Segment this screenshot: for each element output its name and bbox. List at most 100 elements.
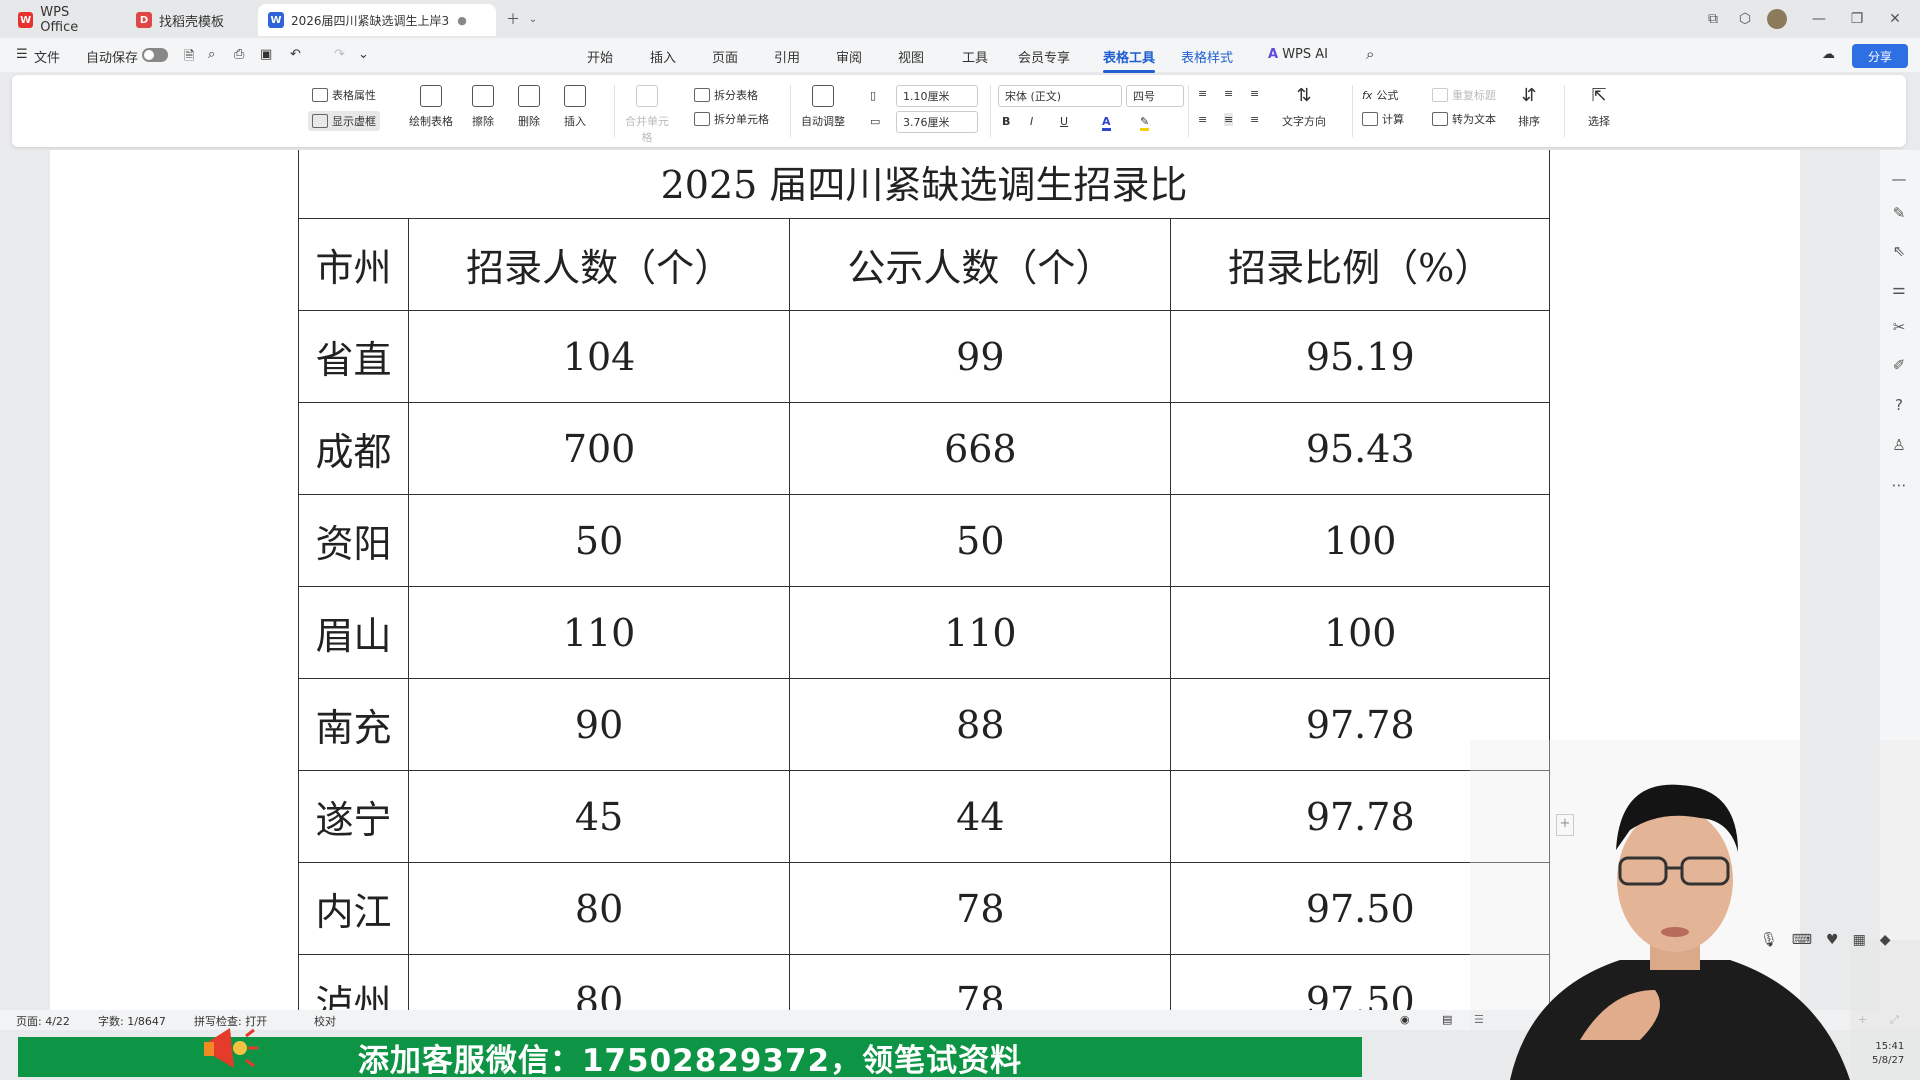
row-height-input[interactable]: 1.10厘米 <box>896 85 978 107</box>
font-color-icon[interactable]: A <box>1102 115 1111 131</box>
find-icon[interactable]: ⌕ <box>208 47 215 62</box>
highlight-icon[interactable]: ✎ <box>1140 115 1150 131</box>
collapse-icon[interactable]: — <box>1890 170 1908 188</box>
align-middle-icon[interactable]: ≡ <box>1224 87 1233 100</box>
save-icon[interactable]: 🗎 <box>184 47 194 69</box>
table-cell[interactable]: 50 <box>789 494 1172 587</box>
delete-button[interactable]: 删除 <box>504 85 554 129</box>
sliders-icon[interactable]: ⚌ <box>1890 280 1908 298</box>
align-right-icon[interactable]: ≡ <box>1250 113 1259 126</box>
print-icon[interactable]: ⎙ <box>234 47 244 62</box>
table-cell[interactable]: 44 <box>789 770 1172 863</box>
table-cell[interactable]: 100 <box>1170 586 1550 679</box>
select-button[interactable]: ⇱ 选择 <box>1574 85 1624 129</box>
recruitment-ratio-table[interactable]: 2025 届四川紧缺选调生招录比 市州 招录人数（个） 公示人数（个） 招录比例… <box>298 150 1550 1010</box>
undo-icon[interactable]: ↶ <box>290 47 301 62</box>
table-cell[interactable]: 南充 <box>298 678 409 771</box>
font-name-select[interactable]: 宋体 (正文) <box>998 85 1122 107</box>
menu-start[interactable]: 开始 <box>587 47 613 66</box>
minimize-icon[interactable]: — <box>1808 8 1830 30</box>
table-cell[interactable]: 50 <box>407 494 791 587</box>
tools-icon[interactable]: ✂ <box>1890 318 1908 336</box>
apps-grid-icon[interactable]: ▦ <box>1853 932 1866 948</box>
italic-icon[interactable]: I <box>1030 115 1033 128</box>
table-cell[interactable]: 成都 <box>298 402 409 495</box>
menu-file[interactable]: 文件 <box>34 47 60 66</box>
tab-wps-office[interactable]: W WPS Office <box>8 4 118 36</box>
header-announced[interactable]: 公示人数（个） <box>789 218 1172 311</box>
menu-view[interactable]: 视图 <box>898 47 924 66</box>
edit-icon[interactable]: ✐ <box>1890 356 1908 374</box>
menu-wps-ai[interactable]: A WPS AI <box>1268 47 1328 62</box>
draw-table-button[interactable]: 绘制表格 <box>406 85 456 129</box>
header-ratio[interactable]: 招录比例（%） <box>1170 218 1550 311</box>
keyboard-icon[interactable]: ⌨ <box>1792 932 1812 948</box>
repeat-header-button[interactable]: 重复标题 <box>1432 87 1496 103</box>
microphone-icon[interactable]: 🎙 <box>1760 932 1778 948</box>
formula-button[interactable]: fx 公式 <box>1362 87 1398 103</box>
page-view-icon[interactable]: ▤ <box>1442 1013 1452 1026</box>
table-cell[interactable]: 眉山 <box>298 586 409 679</box>
table-cell[interactable]: 700 <box>407 402 791 495</box>
show-borders-button[interactable]: 显示虚框 <box>308 111 380 131</box>
help-icon[interactable]: ? <box>1890 396 1908 414</box>
more-dropdown-icon[interactable]: ⌄ <box>358 47 369 62</box>
menu-reference[interactable]: 引用 <box>774 47 800 66</box>
table-cell[interactable]: 100 <box>1170 494 1550 587</box>
close-icon[interactable]: ✕ <box>1884 8 1906 30</box>
align-left-icon[interactable]: ≡ <box>1198 113 1207 126</box>
menu-page[interactable]: 页面 <box>712 47 738 66</box>
skin-icon[interactable]: ◆ <box>1880 932 1891 948</box>
menu-review[interactable]: 审阅 <box>836 47 862 66</box>
redo-icon[interactable]: ↷ <box>334 47 345 62</box>
table-cell[interactable]: 80 <box>407 954 791 1010</box>
table-cell[interactable]: 99 <box>789 310 1172 403</box>
text-direction-button[interactable]: ⇅ 文字方向 <box>1274 85 1334 129</box>
table-props-button[interactable]: 表格属性 <box>312 87 376 103</box>
sort-button[interactable]: ⇵ 排序 <box>1504 85 1554 129</box>
avatar[interactable] <box>1766 8 1788 30</box>
window-restore-icon[interactable]: ⧉ <box>1702 8 1724 30</box>
tab-docer[interactable]: D 找稻壳模板 <box>126 4 252 36</box>
pen-icon[interactable]: ✎ <box>1890 204 1908 222</box>
new-tab-icon[interactable]: ＋ <box>502 8 524 30</box>
align-bottom-icon[interactable]: ≡ <box>1250 87 1259 100</box>
maximize-icon[interactable]: ❐ <box>1846 8 1868 30</box>
print-preview-icon[interactable]: ▣ <box>260 47 272 62</box>
table-cell[interactable]: 80 <box>407 862 791 955</box>
table-cell[interactable]: 资阳 <box>298 494 409 587</box>
align-top-icon[interactable]: ≡ <box>1198 87 1207 100</box>
table-cell[interactable]: 110 <box>407 586 791 679</box>
table-title[interactable]: 2025 届四川紧缺选调生招录比 <box>298 150 1550 219</box>
menu-tools[interactable]: 工具 <box>962 47 988 66</box>
table-cell[interactable]: 78 <box>789 954 1172 1010</box>
cube-icon[interactable]: ⬡ <box>1734 8 1756 30</box>
insert-button[interactable]: 插入 <box>550 85 600 129</box>
table-cell[interactable]: 78 <box>789 862 1172 955</box>
proofread-button[interactable]: 校对 <box>314 1013 336 1029</box>
bold-icon[interactable]: B <box>1002 115 1010 128</box>
menu-insert[interactable]: 插入 <box>650 47 676 66</box>
split-table-button[interactable]: 拆分表格 <box>694 87 758 103</box>
table-cell[interactable]: 668 <box>789 402 1172 495</box>
pointer-icon[interactable]: ⇖ <box>1890 242 1908 260</box>
gift-icon[interactable]: ♥ <box>1826 932 1839 948</box>
table-cell[interactable]: 遂宁 <box>298 770 409 863</box>
table-cell[interactable]: 内江 <box>298 862 409 955</box>
split-cells-button[interactable]: 拆分单元格 <box>694 111 769 127</box>
tab-close-icon[interactable]: ● <box>457 14 467 27</box>
more-icon[interactable]: ⋯ <box>1890 476 1908 494</box>
menu-member[interactable]: 会员专享 <box>1018 47 1070 66</box>
table-cell[interactable]: 88 <box>789 678 1172 771</box>
word-count[interactable]: 字数: 1/8647 <box>98 1013 166 1029</box>
autosave-toggle[interactable] <box>142 48 168 62</box>
align-center-icon[interactable]: ≡ <box>1224 113 1234 126</box>
table-cell[interactable]: 95.19 <box>1170 310 1550 403</box>
merge-cells-button[interactable]: 合并单元格 <box>622 85 672 145</box>
auto-fit-button[interactable]: 自动调整 <box>798 85 848 129</box>
underline-icon[interactable]: U <box>1060 115 1068 128</box>
table-cell[interactable]: 104 <box>407 310 791 403</box>
menu-table-tools[interactable]: 表格工具 <box>1103 47 1156 73</box>
table-cell[interactable]: 45 <box>407 770 791 863</box>
erase-button[interactable]: 擦除 <box>458 85 508 129</box>
